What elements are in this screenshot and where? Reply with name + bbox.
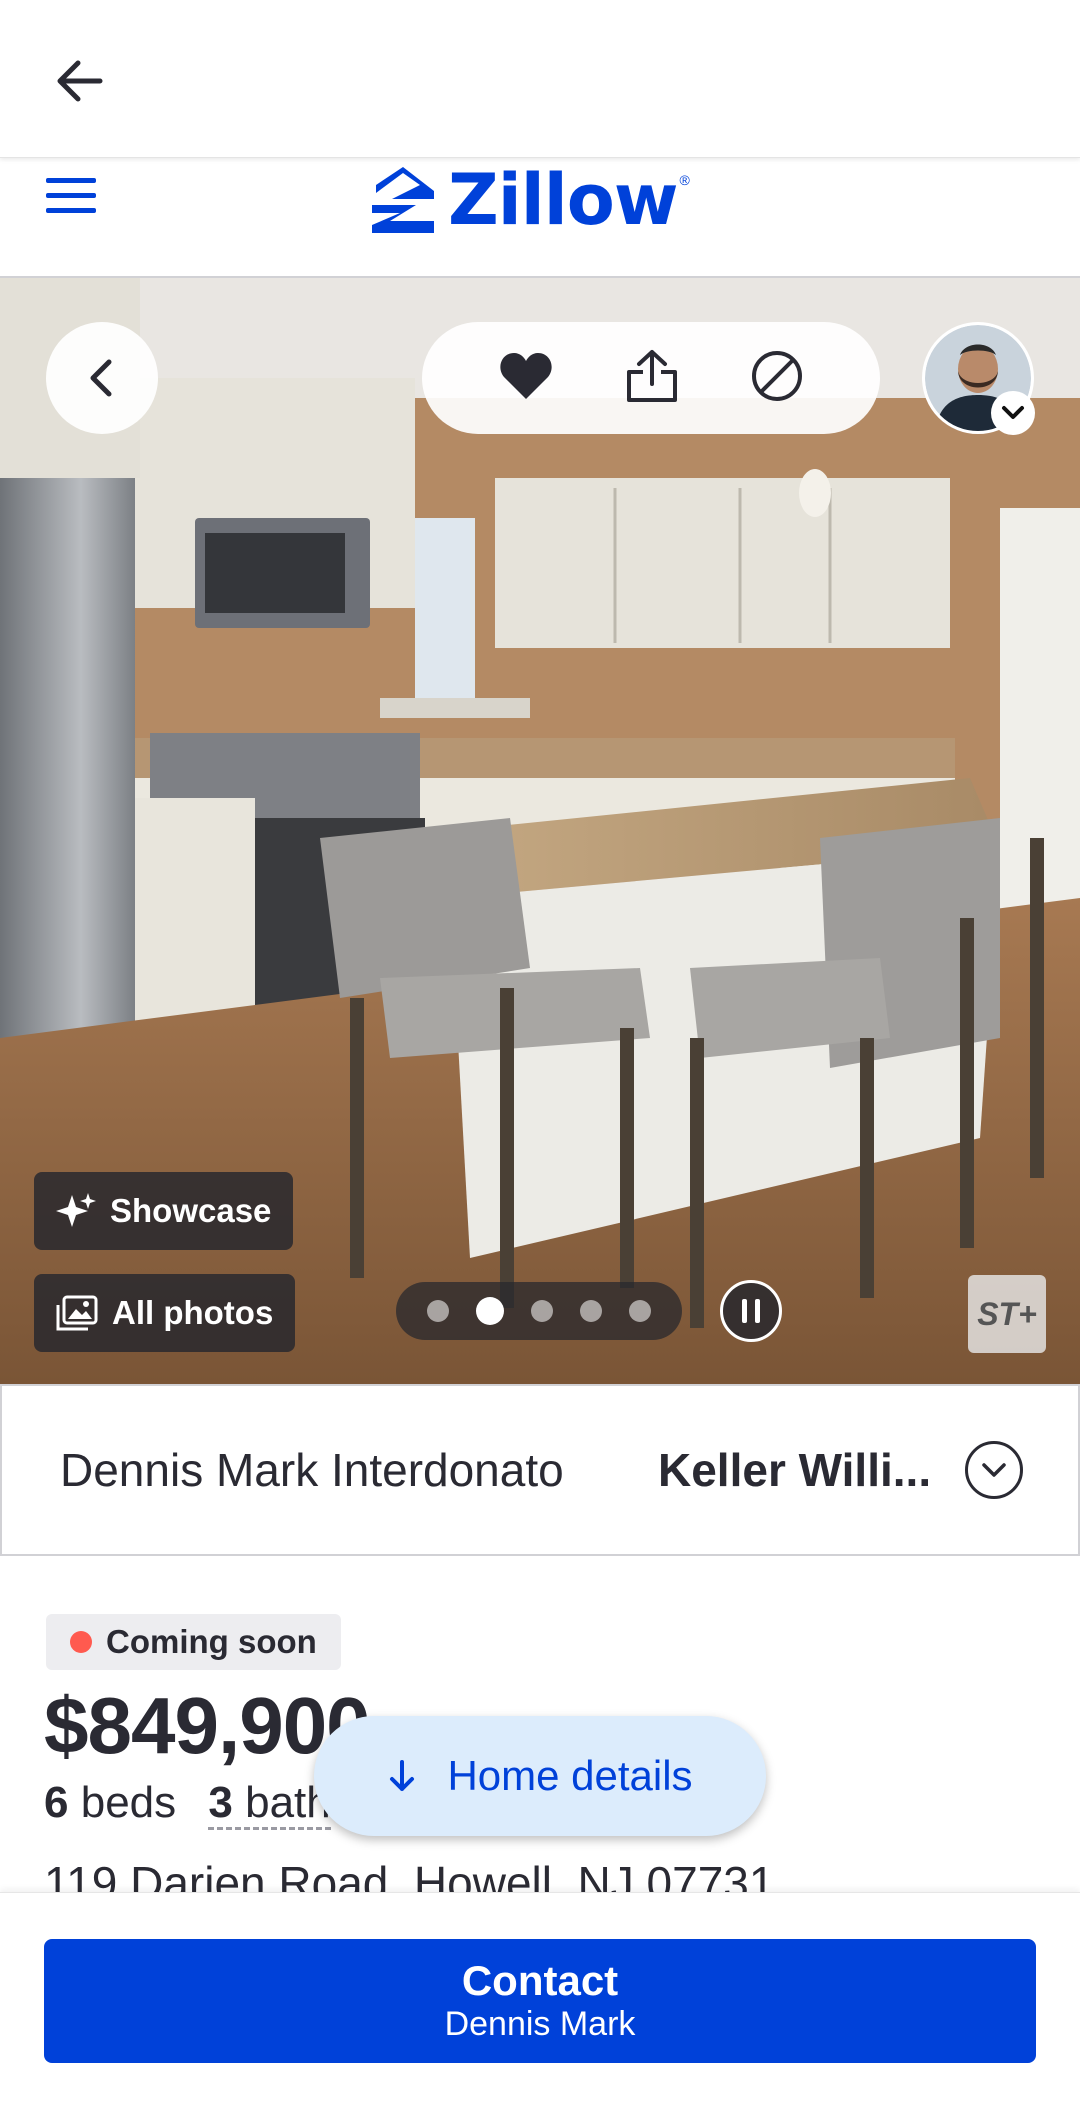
listing-agent-bar[interactable]: Dennis Mark Interdonato Keller Willi... — [0, 1384, 1080, 1556]
chevron-down-icon — [982, 1463, 1006, 1477]
baths-fact[interactable]: 3 bath — [208, 1778, 331, 1830]
zillow-logo-icon — [372, 167, 434, 233]
share-icon — [626, 349, 677, 402]
pause-icon — [742, 1299, 747, 1323]
avatar-dropdown[interactable] — [991, 391, 1035, 435]
pagination-dot[interactable] — [628, 1300, 651, 1322]
site-header: Zillow ® — [0, 158, 1080, 278]
listing-address: 119 Darien Road, Howell, NJ 07731 — [44, 1857, 775, 1896]
contact-agent-button[interactable]: Contact Dennis Mark — [44, 1939, 1036, 2063]
photos-icon — [56, 1295, 98, 1331]
all-photos-label: All photos — [112, 1294, 274, 1331]
heart-icon — [500, 352, 552, 399]
st-plus-badge: ST+ — [968, 1275, 1046, 1353]
home-details-label: Home details — [447, 1752, 693, 1799]
logo-registered-mark: ® — [679, 172, 690, 188]
chevron-down-icon — [1002, 406, 1024, 419]
gallery-back-button[interactable] — [46, 322, 158, 434]
zillow-logo[interactable]: Zillow ® — [370, 158, 690, 242]
chevron-left-icon — [90, 359, 112, 397]
listing-facts: 6 beds 3 bath — [44, 1778, 331, 1830]
pagination-dot-active[interactable] — [476, 1297, 505, 1325]
status-text: Coming soon — [106, 1623, 317, 1660]
sparkle-icon — [56, 1193, 96, 1227]
agent-name: Dennis Mark Interdonato — [60, 1444, 564, 1496]
beds-label: beds — [80, 1778, 177, 1827]
beds-count: 6 — [44, 1778, 69, 1827]
contact-bar: Contact Dennis Mark — [0, 1892, 1080, 2106]
slideshow-pause-button[interactable] — [720, 1280, 782, 1342]
menu-button[interactable] — [44, 168, 98, 222]
agent-expand-button[interactable] — [965, 1441, 1023, 1499]
agent-brokerage: Keller Willi... — [658, 1444, 932, 1496]
hide-icon — [752, 350, 803, 401]
baths-count: 3 — [208, 1778, 233, 1827]
contact-agent-name: Dennis Mark — [444, 2004, 636, 2043]
save-button[interactable] — [498, 351, 554, 406]
home-details-button[interactable]: Home details — [314, 1716, 766, 1836]
browser-top-bar — [0, 0, 1080, 158]
hamburger-menu-icon — [46, 178, 96, 213]
listing-actions — [422, 322, 880, 434]
arrow-left-icon — [57, 60, 103, 102]
photo-pagination-dots — [396, 1282, 682, 1340]
pagination-dot[interactable] — [427, 1300, 450, 1322]
pagination-dot[interactable] — [530, 1300, 553, 1322]
agent-avatar[interactable] — [922, 322, 1035, 435]
contact-label: Contact — [461, 1956, 619, 2004]
pagination-dot[interactable] — [579, 1300, 602, 1322]
showcase-label: Showcase — [110, 1192, 272, 1229]
all-photos-button[interactable]: All photos — [34, 1274, 296, 1352]
showcase-button[interactable]: Showcase — [34, 1172, 294, 1250]
listing-photo-gallery[interactable]: Showcase All photos ST+ — [0, 278, 1080, 1384]
share-button[interactable] — [625, 348, 679, 409]
arrow-down-icon — [390, 1760, 415, 1791]
status-dot — [70, 1631, 92, 1653]
back-arrow-button[interactable] — [48, 50, 110, 112]
status-badge: Coming soon — [46, 1614, 341, 1670]
hide-button[interactable] — [750, 349, 804, 408]
logo-text: Zillow — [448, 159, 678, 241]
